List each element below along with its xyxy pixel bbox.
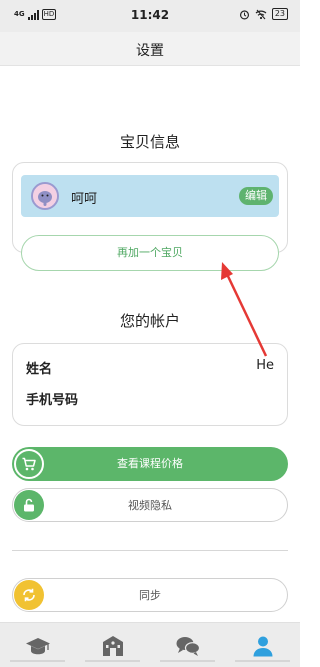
chat-bubbles-icon bbox=[176, 636, 200, 656]
tab-courses[interactable] bbox=[0, 623, 75, 667]
battery-icon: 23 bbox=[271, 8, 288, 20]
annotation-arrow bbox=[221, 262, 268, 357]
tab-messages[interactable] bbox=[150, 623, 225, 667]
status-bar: 4G HD 11:42 23 bbox=[0, 0, 300, 32]
user-icon bbox=[253, 636, 272, 656]
video-privacy-label: 视频隐私 bbox=[128, 499, 172, 512]
alarm-icon bbox=[239, 9, 249, 19]
page-title: 设置 bbox=[136, 43, 164, 59]
section-divider bbox=[12, 550, 288, 551]
baby-section-title: 宝贝信息 bbox=[119, 133, 180, 151]
phone-label: 手机号码 bbox=[26, 393, 79, 408]
sync-button[interactable]: 同步 bbox=[12, 578, 288, 612]
view-course-price-button[interactable]: 查看课程价格 bbox=[12, 447, 288, 481]
baby-card: 呵呵 编辑 再加一个宝贝 bbox=[12, 162, 288, 271]
tab-indicator bbox=[160, 660, 215, 662]
tab-bar bbox=[0, 622, 300, 667]
view-course-price-label: 查看课程价格 bbox=[117, 457, 183, 470]
tab-school[interactable] bbox=[75, 623, 150, 667]
nav-bar: 设置 bbox=[0, 32, 300, 66]
status-right: 23 bbox=[239, 8, 288, 20]
unlock-icon bbox=[14, 490, 44, 520]
baby-row[interactable]: 呵呵 编辑 bbox=[21, 175, 279, 217]
graduation-cap-icon bbox=[25, 637, 50, 654]
video-privacy-button[interactable]: 视频隐私 bbox=[12, 488, 288, 522]
sync-label: 同步 bbox=[139, 589, 161, 602]
baby-avatar bbox=[31, 182, 59, 210]
sync-icon bbox=[14, 580, 44, 610]
cart-icon bbox=[14, 449, 44, 479]
baby-name: 呵呵 bbox=[71, 192, 98, 207]
name-value[interactable]: He bbox=[256, 358, 274, 373]
edit-baby-button[interactable]: 编辑 bbox=[239, 187, 273, 205]
tab-indicator bbox=[85, 660, 140, 662]
account-card bbox=[12, 343, 288, 426]
tab-indicator bbox=[10, 660, 65, 662]
elephant-avatar-icon bbox=[33, 184, 57, 208]
school-icon bbox=[102, 635, 123, 656]
wifi-off-icon bbox=[255, 9, 267, 19]
tab-profile[interactable] bbox=[225, 623, 300, 667]
add-baby-button[interactable]: 再加一个宝贝 bbox=[21, 235, 279, 271]
name-label: 姓名 bbox=[26, 362, 53, 377]
account-section-title: 您的帐户 bbox=[119, 312, 180, 330]
tab-indicator bbox=[235, 660, 290, 662]
